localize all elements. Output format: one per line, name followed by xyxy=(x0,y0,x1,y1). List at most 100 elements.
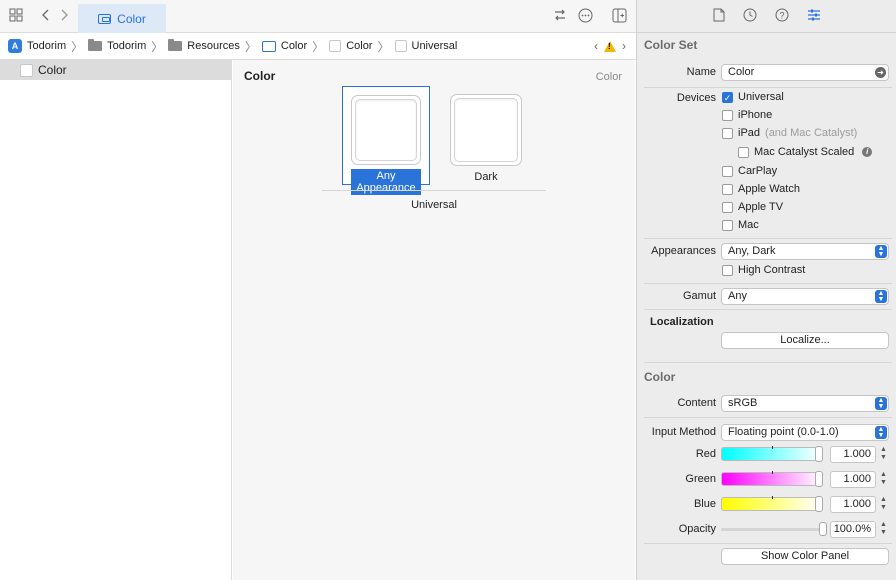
chevron-right-icon: 〉 xyxy=(151,39,164,54)
warning-icon[interactable] xyxy=(604,40,616,52)
blue-slider[interactable] xyxy=(721,496,823,512)
slider-tick xyxy=(772,471,773,474)
breadcrumb-label: Universal xyxy=(411,40,458,52)
breadcrumb-label: Todorim xyxy=(27,40,67,52)
checkbox-label: Apple Watch xyxy=(738,183,800,195)
checkbox-high-contrast[interactable]: High Contrast xyxy=(722,264,805,276)
green-slider[interactable] xyxy=(721,471,823,487)
input-method-popup[interactable]: Floating point (0.0-1.0) ▲ ▼ xyxy=(721,424,889,441)
checkbox-box xyxy=(722,127,733,139)
tab-color[interactable]: Color xyxy=(78,4,166,33)
devices-label: Devices xyxy=(676,92,716,104)
checkbox-label: Apple TV xyxy=(738,201,784,213)
checkbox-mac-catalyst-scaled[interactable]: Mac Catalyst Scaled i xyxy=(738,146,873,158)
well-label: Any Appearance xyxy=(351,169,421,195)
name-label: Name xyxy=(686,66,716,78)
red-label: Red xyxy=(695,448,716,460)
popup-value: sRGB xyxy=(728,397,758,409)
swatch-icon xyxy=(20,63,33,77)
opacity-stepper[interactable]: ▲ ▼ xyxy=(878,521,889,538)
popup-chevron-icon: ▲ ▼ xyxy=(875,426,887,439)
breadcrumb-item-universal[interactable]: Universal xyxy=(394,40,458,52)
slider-thumb[interactable] xyxy=(815,446,823,462)
grid-icon[interactable] xyxy=(8,8,24,24)
slider-tick xyxy=(772,496,773,499)
divider xyxy=(644,362,892,363)
checkbox-apple-watch[interactable]: Apple Watch xyxy=(722,183,800,195)
breadcrumb-label: Todorim xyxy=(107,40,147,52)
section-title-color-set: Color Set xyxy=(644,38,698,52)
checkbox-iphone[interactable]: iPhone xyxy=(722,109,772,121)
checkbox-mac[interactable]: Mac xyxy=(722,219,759,231)
folder-icon xyxy=(88,39,103,51)
breadcrumb-item-folder[interactable]: Todorim xyxy=(88,39,147,52)
checkbox-carplay[interactable]: CarPlay xyxy=(722,165,777,177)
arrow-right-icon[interactable]: ➜ xyxy=(875,67,886,78)
chevron-right-icon: 〉 xyxy=(377,39,390,54)
add-editor-icon[interactable] xyxy=(611,8,627,24)
content-popup[interactable]: sRGB ▲ ▼ xyxy=(721,395,889,412)
asset-editor: Color Color Any Appearance Dark Universa… xyxy=(233,60,635,580)
back-icon[interactable] xyxy=(38,8,54,24)
editor-type-label: Color xyxy=(595,71,622,83)
list-item-label: Color xyxy=(38,63,67,77)
forward-icon[interactable] xyxy=(56,8,72,24)
green-value-field[interactable]: 1.000 xyxy=(830,471,876,488)
content-label: Content xyxy=(677,397,716,409)
appearances-popup[interactable]: Any, Dark ▲ ▼ xyxy=(721,243,889,260)
gamut-label: Gamut xyxy=(682,290,716,302)
green-stepper[interactable]: ▲ ▼ xyxy=(878,471,889,488)
info-icon[interactable]: i xyxy=(862,147,873,157)
slider-thumb[interactable] xyxy=(819,522,827,536)
red-slider[interactable] xyxy=(721,446,823,462)
checkbox-apple-tv[interactable]: Apple TV xyxy=(722,201,783,213)
attributes-inspector-icon[interactable] xyxy=(807,8,821,25)
breadcrumb-item-colorset[interactable]: Color xyxy=(261,40,307,52)
divider xyxy=(644,238,892,239)
name-field[interactable]: Color ➜ xyxy=(721,64,889,81)
checkbox-label: Universal xyxy=(738,91,784,103)
checkmark-icon: ✓ xyxy=(722,91,733,103)
green-label: Green xyxy=(685,473,716,485)
red-value-field[interactable]: 1.000 xyxy=(830,446,876,463)
opacity-label: Opacity xyxy=(678,523,716,535)
checkbox-label: Mac Catalyst Scaled xyxy=(754,146,855,158)
color-well-dark[interactable]: Dark xyxy=(442,86,530,183)
checkbox-box xyxy=(722,264,733,276)
divider xyxy=(322,190,546,191)
gamut-popup[interactable]: Any ▲ ▼ xyxy=(721,288,889,305)
breadcrumb-item-resources[interactable]: Resources xyxy=(168,39,240,52)
swap-icon[interactable] xyxy=(552,8,568,24)
slider-thumb[interactable] xyxy=(815,496,823,512)
red-stepper[interactable]: ▲ ▼ xyxy=(878,446,889,463)
blue-value-field[interactable]: 1.000 xyxy=(830,496,876,513)
breadcrumb-item-color[interactable]: Color xyxy=(329,40,372,52)
checkbox-label: iPad xyxy=(738,127,761,139)
opacity-slider[interactable] xyxy=(721,522,827,536)
checkbox-box xyxy=(722,219,733,231)
localize-button[interactable]: Localize... xyxy=(721,332,889,349)
editor-title: Color xyxy=(244,69,276,83)
list-item[interactable]: Color xyxy=(0,60,231,80)
breadcrumb-item-project[interactable]: A Todorim xyxy=(8,39,66,53)
colorset-icon xyxy=(98,13,112,24)
name-value: Color xyxy=(728,66,755,78)
folder-icon xyxy=(168,39,183,51)
history-icon[interactable] xyxy=(743,8,757,25)
popup-chevron-icon: ▲ ▼ xyxy=(875,245,887,258)
previous-issue-icon[interactable]: ‹ xyxy=(594,39,598,53)
color-swatch xyxy=(351,95,421,165)
opacity-value-field[interactable]: 100.0% xyxy=(830,521,876,538)
show-color-panel-button[interactable]: Show Color Panel xyxy=(721,548,889,565)
localization-label: Localization xyxy=(650,316,714,328)
popup-chevron-icon: ▲ ▼ xyxy=(875,397,887,410)
color-well-any-appearance[interactable]: Any Appearance xyxy=(342,86,430,195)
more-icon[interactable] xyxy=(577,8,593,24)
checkbox-ipad[interactable]: iPad (and Mac Catalyst) xyxy=(722,127,857,139)
slider-thumb[interactable] xyxy=(815,471,823,487)
file-icon[interactable] xyxy=(713,8,725,25)
checkbox-universal[interactable]: ✓ Universal xyxy=(722,91,784,103)
blue-stepper[interactable]: ▲ ▼ xyxy=(878,496,889,513)
help-icon[interactable]: ? xyxy=(775,8,789,25)
next-issue-icon[interactable]: › xyxy=(622,39,626,53)
